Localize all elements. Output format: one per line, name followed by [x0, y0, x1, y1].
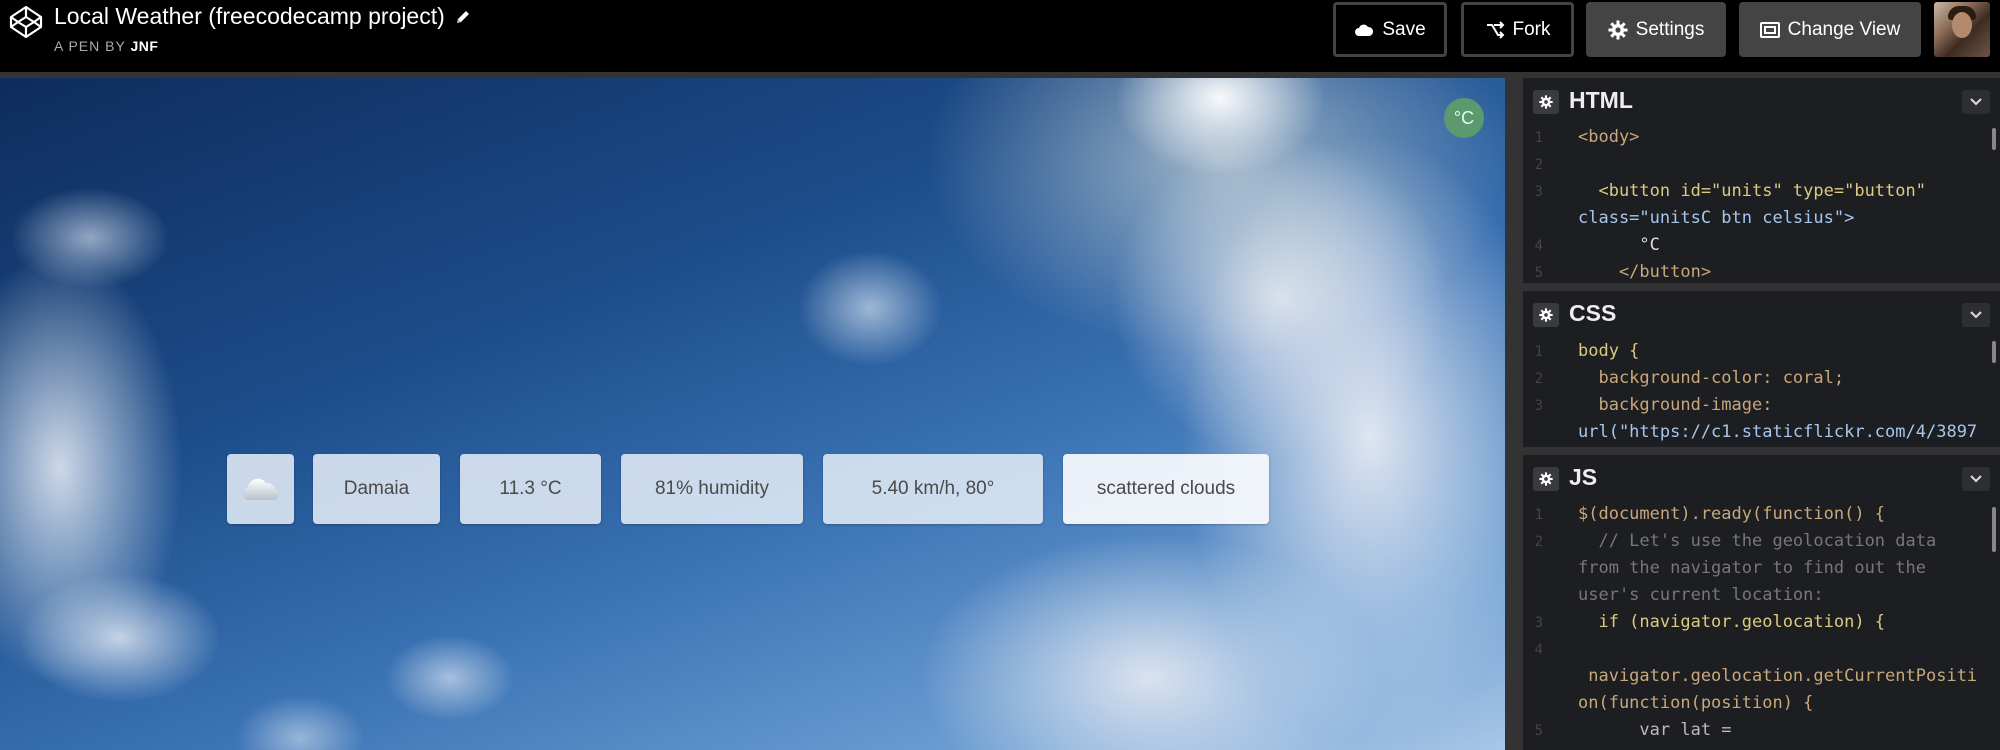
pen-byline: A PEN BY JNF	[54, 38, 158, 54]
pen-title[interactable]: Local Weather (freecodecamp project)	[54, 3, 445, 30]
code-line: 5 var lat =	[1534, 720, 1732, 740]
code-line: 4	[1534, 642, 1543, 658]
weather-info-row: Damaia 11.3 °C 81% humidity 5.40 km/h, 8…	[0, 454, 1505, 524]
html-code-area[interactable]: 1 <body> 2 3 <button id="units" type="but…	[1523, 126, 2000, 283]
code-line: on(function(position) {	[1578, 693, 1814, 713]
code-line: 1 $(document).ready(function() {	[1534, 504, 1886, 524]
cloud-icon	[1354, 23, 1374, 37]
css-editor-title: CSS	[1569, 300, 1617, 326]
code-line: 1 body {	[1534, 341, 1640, 361]
city-tile: Damaia	[313, 454, 440, 524]
code-line: 3 background-image:	[1534, 395, 1773, 415]
fork-label: Fork	[1512, 18, 1551, 40]
pencil-icon[interactable]	[454, 8, 472, 26]
code-line: from the navigator to find out the	[1578, 558, 1926, 578]
temperature-tile: 11.3 °C	[460, 454, 601, 524]
gear-icon[interactable]	[1533, 90, 1559, 114]
html-editor: HTML 1 <body> 2 3 <button id="units" type…	[1523, 78, 2000, 283]
code-line: class="unitsC btn celsius">	[1578, 208, 1855, 228]
css-editor: CSS 1 body { 2 background-color: coral; 3…	[1523, 291, 2000, 447]
codepen-logo-icon[interactable]	[8, 4, 44, 40]
css-editor-header: CSS	[1523, 291, 2000, 339]
wind-tile: 5.40 km/h, 80°	[823, 454, 1043, 524]
change-view-label: Change View	[1787, 18, 1901, 40]
humidity-tile: 81% humidity	[621, 454, 803, 524]
js-editor: JS 1 $(document).ready(function() { 2 // …	[1523, 455, 2000, 750]
preview-pane: °C Damaia 11.3 °C 81% humidity 5.40 km/h…	[0, 78, 1505, 750]
gear-icon[interactable]	[1533, 303, 1559, 327]
avatar[interactable]	[1934, 2, 1990, 57]
js-code-area[interactable]: 1 $(document).ready(function() { 2 // Let…	[1523, 503, 2000, 750]
units-toggle-button[interactable]: °C	[1444, 98, 1484, 138]
description-tile: scattered clouds	[1063, 454, 1269, 524]
css-code-area[interactable]: 1 body { 2 background-color: coral; 3 bac…	[1523, 339, 2000, 447]
author-link[interactable]: JNF	[130, 38, 158, 54]
settings-button[interactable]: Settings	[1586, 2, 1726, 57]
code-line: 3 if (navigator.geolocation) {	[1534, 612, 1886, 632]
settings-label: Settings	[1635, 18, 1705, 40]
fork-button[interactable]: Fork	[1461, 2, 1574, 57]
gear-icon[interactable]	[1533, 467, 1559, 491]
save-label: Save	[1382, 18, 1426, 40]
cloud-icon	[242, 478, 279, 500]
editor-resize-handle[interactable]	[1523, 447, 2000, 455]
code-line: 2	[1534, 157, 1543, 173]
chevron-down-icon[interactable]	[1962, 467, 1990, 491]
js-editor-header: JS	[1523, 455, 2000, 503]
html-editor-title: HTML	[1569, 87, 1633, 113]
code-line: user's current location:	[1578, 585, 1824, 605]
code-line: url("https://c1.staticflickr.com/4/3897	[1578, 422, 1978, 442]
editor-resize-handle[interactable]	[1523, 283, 2000, 291]
js-editor-title: JS	[1569, 464, 1598, 490]
code-line: 1 <body>	[1534, 127, 1640, 147]
code-line: 5 </button>	[1534, 262, 1712, 282]
top-bar: Local Weather (freecodecamp project) A P…	[0, 0, 2000, 72]
layout-icon	[1759, 21, 1780, 38]
weather-icon-tile	[227, 454, 294, 524]
code-line: 3 <button id="units" type="button"	[1534, 181, 1926, 201]
fork-icon	[1485, 20, 1505, 39]
gear-icon	[1608, 20, 1628, 40]
pane-resize-handle[interactable]	[1505, 78, 1523, 750]
code-line: 4 °C	[1534, 235, 1660, 255]
change-view-button[interactable]: Change View	[1739, 2, 1921, 57]
save-button[interactable]: Save	[1333, 2, 1447, 57]
byline-prefix: A PEN BY	[54, 38, 126, 54]
code-line: 2 background-color: coral;	[1534, 368, 1845, 388]
code-line: 2 // Let's use the geolocation data	[1534, 531, 1937, 551]
chevron-down-icon[interactable]	[1962, 303, 1990, 327]
chevron-down-icon[interactable]	[1962, 90, 1990, 114]
html-editor-header: HTML	[1523, 78, 2000, 126]
code-line: navigator.geolocation.getCurrentPositi	[1578, 666, 1978, 686]
